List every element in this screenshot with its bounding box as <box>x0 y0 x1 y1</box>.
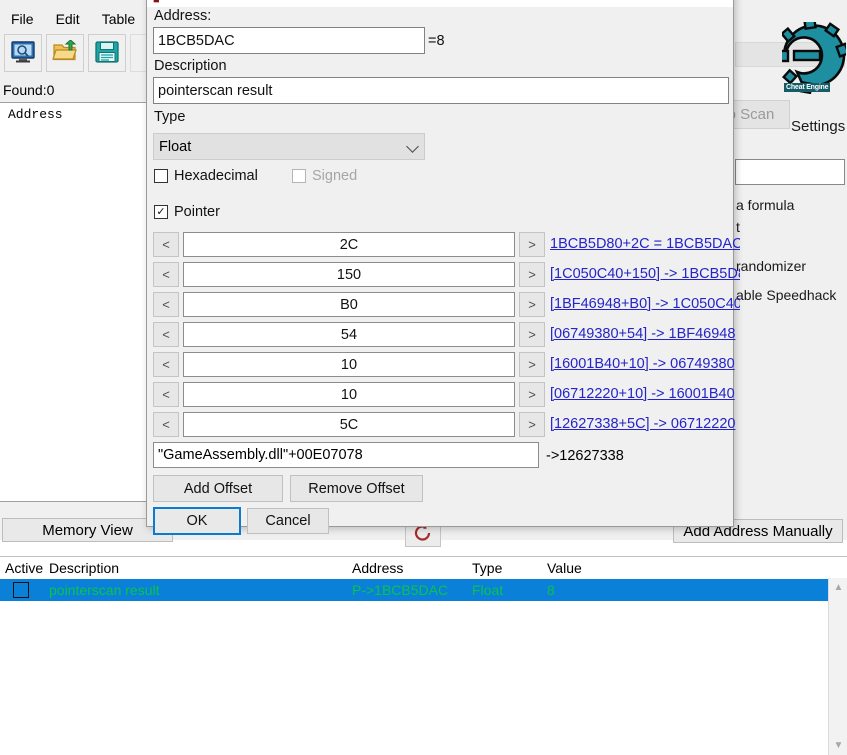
offset-link-1[interactable]: [1C050C40+150] -> 1BCB5D8 <box>550 266 740 282</box>
remove-offset-button[interactable]: Remove Offset <box>290 475 423 502</box>
cheat-table: Active Description Address Type Value po… <box>0 556 847 755</box>
hexadecimal-label: Hexadecimal <box>174 168 258 184</box>
scroll-up-icon[interactable]: ▲ <box>829 578 847 597</box>
offset-row-1: < 150 > [1C050C40+150] -> 1BCB5D8 <box>153 262 729 289</box>
type-selected-value: Float <box>159 139 191 155</box>
pointer-checkbox-box: ✓ <box>154 205 168 219</box>
offset-input-2[interactable]: B0 <box>183 292 515 317</box>
save-disk-icon <box>94 40 120 67</box>
save-table-button[interactable] <box>88 34 126 72</box>
row-active-cell[interactable] <box>0 582 44 598</box>
found-count-label: Found:0 <box>3 82 54 98</box>
offset-prev-button-6[interactable]: < <box>153 412 179 437</box>
column-header-description[interactable]: Description <box>44 560 347 576</box>
column-header-type[interactable]: Type <box>467 560 542 576</box>
type-select[interactable]: Float <box>153 133 425 160</box>
offset-row-3: < 54 > [06749380+54] -> 1BF46948 <box>153 322 729 349</box>
offset-row-5: < 10 > [06712220+10] -> 16001B40 <box>153 382 729 409</box>
cheat-table-scrollbar[interactable]: ▲ ▼ <box>828 578 847 755</box>
t-text: t <box>736 219 740 235</box>
menu-file[interactable]: File <box>0 8 45 30</box>
offset-prev-button-4[interactable]: < <box>153 352 179 377</box>
row-value-cell[interactable]: 8 <box>542 582 822 598</box>
column-header-value[interactable]: Value <box>542 560 822 576</box>
offset-prev-button-5[interactable]: < <box>153 382 179 407</box>
table-row[interactable]: pointerscan result P->1BCB5DAC Float 8 <box>0 579 847 601</box>
offset-input-0[interactable]: 2C <box>183 232 515 257</box>
pointer-label: Pointer <box>174 204 220 220</box>
load-table-button[interactable] <box>46 34 84 72</box>
address-label: Address: <box>154 8 211 24</box>
offset-link-6[interactable]: [12627338+5C] -> 06712220 <box>550 416 740 432</box>
signed-checkbox-box <box>292 169 306 183</box>
resize-grip <box>398 548 450 552</box>
description-input[interactable]: pointerscan result <box>153 77 729 104</box>
address-input[interactable]: 1BCB5DAC <box>153 27 425 54</box>
speedhack-text: able Speedhack <box>736 287 836 303</box>
open-process-button[interactable] <box>4 34 42 72</box>
menu-edit[interactable]: Edit <box>45 8 91 30</box>
offset-prev-button-3[interactable]: < <box>153 322 179 347</box>
offset-link-2[interactable]: [1BF46948+B0] -> 1C050C40 <box>550 296 740 312</box>
row-description-cell[interactable]: pointerscan result <box>44 582 347 598</box>
column-header-address[interactable]: Address <box>347 560 467 576</box>
offset-next-button-1[interactable]: > <box>519 262 545 287</box>
offset-link-0[interactable]: 1BCB5D80+2C = 1BCB5DAC <box>550 236 740 252</box>
offset-next-button-6[interactable]: > <box>519 412 545 437</box>
hexadecimal-checkbox-box <box>154 169 168 183</box>
row-type-cell[interactable]: Float <box>467 582 542 598</box>
column-header-active[interactable]: Active <box>0 560 44 576</box>
open-folder-icon <box>52 40 78 67</box>
offset-link-3[interactable]: [06749380+54] -> 1BF46948 <box>550 326 740 342</box>
offset-next-button-3[interactable]: > <box>519 322 545 347</box>
offset-next-button-0[interactable]: > <box>519 232 545 257</box>
offset-row-2: < B0 > [1BF46948+B0] -> 1C050C40 <box>153 292 729 319</box>
dialog-titlebar[interactable]: ■ <box>147 0 733 7</box>
offset-prev-button-1[interactable]: < <box>153 262 179 287</box>
cancel-button[interactable]: Cancel <box>247 508 329 534</box>
row-active-checkbox[interactable] <box>13 582 29 598</box>
pointer-checkbox[interactable]: ✓ Pointer <box>154 204 220 220</box>
dialog-app-icon: ■ <box>153 0 160 6</box>
offset-input-1[interactable]: 150 <box>183 262 515 287</box>
change-address-dialog: ■ Address: 1BCB5DAC =8 Description point… <box>146 0 734 527</box>
signed-label: Signed <box>312 168 357 184</box>
scan-value-input[interactable] <box>735 159 845 185</box>
open-process-icon <box>10 40 36 67</box>
signed-checkbox: Signed <box>292 168 357 184</box>
add-offset-button[interactable]: Add Offset <box>153 475 283 502</box>
offset-row-6: < 5C > [12627338+5C] -> 06712220 <box>153 412 729 439</box>
offset-input-5[interactable]: 10 <box>183 382 515 407</box>
randomizer-text: randomizer <box>736 258 806 274</box>
offset-input-6[interactable]: 5C <box>183 412 515 437</box>
offset-prev-button-2[interactable]: < <box>153 292 179 317</box>
logo-caption: Cheat Engine <box>784 83 830 92</box>
offset-row-4: < 10 > [16001B40+10] -> 06749380 <box>153 352 729 379</box>
settings-label[interactable]: Settings <box>791 118 845 135</box>
offset-row-0: < 2C > 1BCB5D80+2C = 1BCB5DAC <box>153 232 729 259</box>
offset-next-button-4[interactable]: > <box>519 352 545 377</box>
base-address-resolved: ->12627338 <box>546 448 624 464</box>
ok-button[interactable]: OK <box>153 507 241 535</box>
offset-input-4[interactable]: 10 <box>183 352 515 377</box>
offset-link-4[interactable]: [16001B40+10] -> 06749380 <box>550 356 740 372</box>
row-address-cell[interactable]: P->1BCB5DAC <box>347 582 467 598</box>
type-label: Type <box>154 109 185 125</box>
offset-prev-button-0[interactable]: < <box>153 232 179 257</box>
hexadecimal-checkbox[interactable]: Hexadecimal <box>154 168 258 184</box>
toolbar <box>4 34 168 72</box>
address-result-suffix: =8 <box>428 33 445 49</box>
formula-text: a formula <box>736 197 794 213</box>
screen: File Edit Table D <box>0 0 847 755</box>
menu-table[interactable]: Table <box>91 8 146 30</box>
offset-input-3[interactable]: 54 <box>183 322 515 347</box>
cheat-table-header: Active Description Address Type Value <box>0 557 847 579</box>
offset-link-5[interactable]: [06712220+10] -> 16001B40 <box>550 386 740 402</box>
offset-next-button-5[interactable]: > <box>519 382 545 407</box>
scroll-down-icon[interactable]: ▼ <box>829 736 847 755</box>
description-label: Description <box>154 58 227 74</box>
chevron-down-icon <box>406 140 419 153</box>
base-address-input[interactable]: "GameAssembly.dll"+00E07078 <box>153 442 539 468</box>
offset-next-button-2[interactable]: > <box>519 292 545 317</box>
